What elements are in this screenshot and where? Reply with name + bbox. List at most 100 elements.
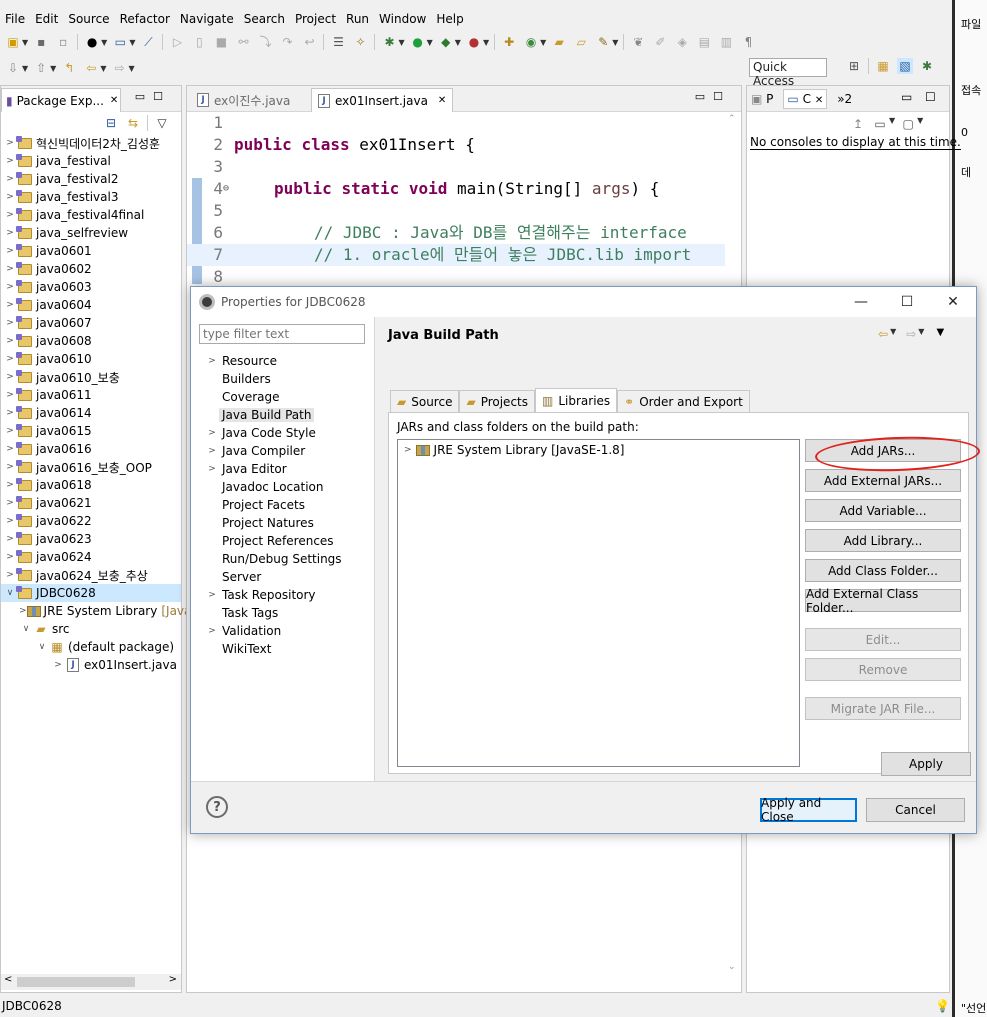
tree-item-project[interactable]: > java0610 xyxy=(1,350,181,368)
edit-button[interactable]: Edit... xyxy=(805,628,961,651)
close-icon[interactable]: ✕ xyxy=(438,95,446,106)
expand-arrow-icon[interactable]: > xyxy=(3,192,17,202)
collapse-all-icon[interactable]: ⊟ xyxy=(103,115,119,131)
expand-arrow-icon[interactable]: > xyxy=(205,626,219,636)
nav-item[interactable]: Server xyxy=(205,568,264,586)
tree-item-project[interactable]: > java_festival3 xyxy=(1,188,181,206)
expand-arrow-icon[interactable]: > xyxy=(3,408,17,418)
nav-item[interactable]: > Java Compiler xyxy=(205,442,308,460)
back-dropdown-icon[interactable]: ▼ xyxy=(100,64,106,73)
tree-item-project[interactable]: > java0614 xyxy=(1,404,181,422)
display-console-icon[interactable]: ▭ xyxy=(872,116,888,132)
tree-item-src[interactable]: ∨ ▰ src xyxy=(1,620,181,638)
back-dropdown-icon[interactable]: ▼ xyxy=(890,327,896,341)
list-item[interactable]: > JRE System Library [JavaSE-1.8] xyxy=(404,443,624,457)
tree-item-project[interactable]: > java0610_보충 xyxy=(1,368,181,386)
whitespace-icon[interactable]: ▥ xyxy=(718,34,734,50)
pin-console-icon[interactable]: ↥ xyxy=(850,116,866,132)
tree-item-project[interactable]: ∨ JDBC0628 xyxy=(1,584,181,602)
apply-button[interactable]: Apply xyxy=(881,752,971,776)
expand-arrow-icon[interactable]: > xyxy=(3,390,17,400)
tab-order-export[interactable]: ⚭ Order and Export xyxy=(617,390,750,412)
menu-refactor[interactable]: Refactor xyxy=(115,12,175,26)
forward-dropdown-icon[interactable]: ▼ xyxy=(128,64,134,73)
expand-arrow-icon[interactable]: > xyxy=(3,372,17,382)
expand-arrow-icon[interactable]: > xyxy=(3,336,17,346)
menu-project[interactable]: Project xyxy=(290,12,341,26)
jar-list[interactable]: > JRE System Library [JavaSE-1.8] xyxy=(397,439,800,767)
open-console-icon[interactable]: ▢ xyxy=(900,116,916,132)
tree-item-project[interactable]: > java_festival4final xyxy=(1,206,181,224)
new-dropdown-icon[interactable]: ▼ xyxy=(22,38,28,47)
view-menu-icon[interactable]: ▽ xyxy=(154,115,170,131)
user-dropdown-icon[interactable]: ▼ xyxy=(101,38,107,47)
tree-item-project[interactable]: > java0601 xyxy=(1,242,181,260)
expand-arrow-icon[interactable]: > xyxy=(3,246,17,256)
migrate-jar-button[interactable]: Migrate JAR File... xyxy=(805,697,961,720)
run-dropdown-icon[interactable]: ▼ xyxy=(427,38,433,47)
expand-arrow-icon[interactable]: > xyxy=(205,446,219,456)
tab-source[interactable]: ▰ Source xyxy=(390,390,460,412)
search-dropdown-icon[interactable]: ▼ xyxy=(612,38,618,47)
build-icon[interactable]: ☰ xyxy=(330,34,346,50)
close-icon[interactable]: ✕ xyxy=(815,95,823,106)
back-icon[interactable]: ⇦ xyxy=(878,327,888,341)
expand-arrow-icon[interactable]: > xyxy=(205,356,219,366)
apply-and-close-button[interactable]: Apply and Close xyxy=(760,796,857,824)
fold-icon[interactable]: ⊖ xyxy=(223,178,229,200)
maximize-icon[interactable]: ☐ xyxy=(709,90,727,103)
tree-item-project[interactable]: > java0604 xyxy=(1,296,181,314)
forward-icon[interactable]: ⇨ xyxy=(111,60,127,76)
scroll-right-icon[interactable]: > xyxy=(169,974,177,985)
minimize-icon[interactable]: ▭ xyxy=(691,90,709,103)
forward-dropdown-icon[interactable]: ▼ xyxy=(918,327,924,341)
pilcrow-icon[interactable]: ¶ xyxy=(740,34,756,50)
save-icon[interactable]: ▪ xyxy=(33,34,49,50)
add-library-button[interactable]: Add Library... xyxy=(805,529,961,552)
tree-item-project[interactable]: > java0602 xyxy=(1,260,181,278)
jee-perspective-icon[interactable]: ▦ xyxy=(875,58,891,74)
display-console-dropdown-icon[interactable]: ▼ xyxy=(889,116,895,132)
expand-arrow-icon[interactable]: > xyxy=(3,498,17,508)
expand-arrow-icon[interactable]: > xyxy=(3,516,17,526)
expand-arrow-icon[interactable]: > xyxy=(3,480,17,490)
collapse-arrow-icon[interactable]: ∨ xyxy=(35,642,49,652)
tree-item-project[interactable]: > java0618 xyxy=(1,476,181,494)
expand-arrow-icon[interactable]: > xyxy=(3,282,17,292)
expand-arrow-icon[interactable]: > xyxy=(3,354,17,364)
new-package-icon[interactable]: ✚ xyxy=(501,34,517,50)
nav-item[interactable]: Coverage xyxy=(205,388,283,406)
nav-item[interactable]: Builders xyxy=(205,370,274,388)
expand-arrow-icon[interactable]: > xyxy=(3,552,17,562)
coverage-dropdown-icon[interactable]: ▼ xyxy=(455,38,461,47)
tree-item-package[interactable]: ∨ ▦ (default package) xyxy=(1,638,181,656)
tree-item-file[interactable]: > Jex01Insert.java xyxy=(1,656,181,674)
tree-item-project[interactable]: > 혁신빅데이터2차_김성훈 xyxy=(1,134,181,152)
nav-item[interactable]: Project Facets xyxy=(205,496,308,514)
run-icon[interactable]: ● xyxy=(410,34,426,50)
editor-tab-insert[interactable]: J ex01Insert.java ✕ xyxy=(311,88,454,112)
search-icon[interactable]: ✎ xyxy=(595,34,611,50)
back-icon[interactable]: ⇦ xyxy=(83,60,99,76)
nav-item[interactable]: Javadoc Location xyxy=(205,478,326,496)
coverage-run-icon[interactable]: ◆ xyxy=(438,34,454,50)
tree-item-project[interactable]: > java_festival xyxy=(1,152,181,170)
nav-item[interactable]: Project Natures xyxy=(205,514,317,532)
collapse-arrow-icon[interactable]: ∨ xyxy=(19,624,33,634)
expand-arrow-icon[interactable]: > xyxy=(205,464,219,474)
editor-tab-binary[interactable]: J ex이진수.java xyxy=(191,88,296,112)
close-icon[interactable]: ✕ xyxy=(110,95,118,106)
add-jars-button[interactable]: Add JARs... xyxy=(805,439,961,462)
maximize-icon[interactable]: ☐ xyxy=(884,287,930,317)
tree-item-project[interactable]: > java0622 xyxy=(1,512,181,530)
expand-arrow-icon[interactable]: > xyxy=(3,318,17,328)
menu-navigate[interactable]: Navigate xyxy=(175,12,239,26)
console-icon[interactable]: ▭ xyxy=(112,34,128,50)
tab-libraries[interactable]: ▥ Libraries xyxy=(535,388,618,412)
expand-arrow-icon[interactable]: > xyxy=(3,462,17,472)
open-task-icon[interactable]: ▱ xyxy=(573,34,589,50)
nav-item[interactable]: Task Tags xyxy=(205,604,281,622)
debug-icon[interactable]: ✱ xyxy=(381,34,397,50)
nav-item[interactable]: Run/Debug Settings xyxy=(205,550,345,568)
tree-item-project[interactable]: > java0603 xyxy=(1,278,181,296)
